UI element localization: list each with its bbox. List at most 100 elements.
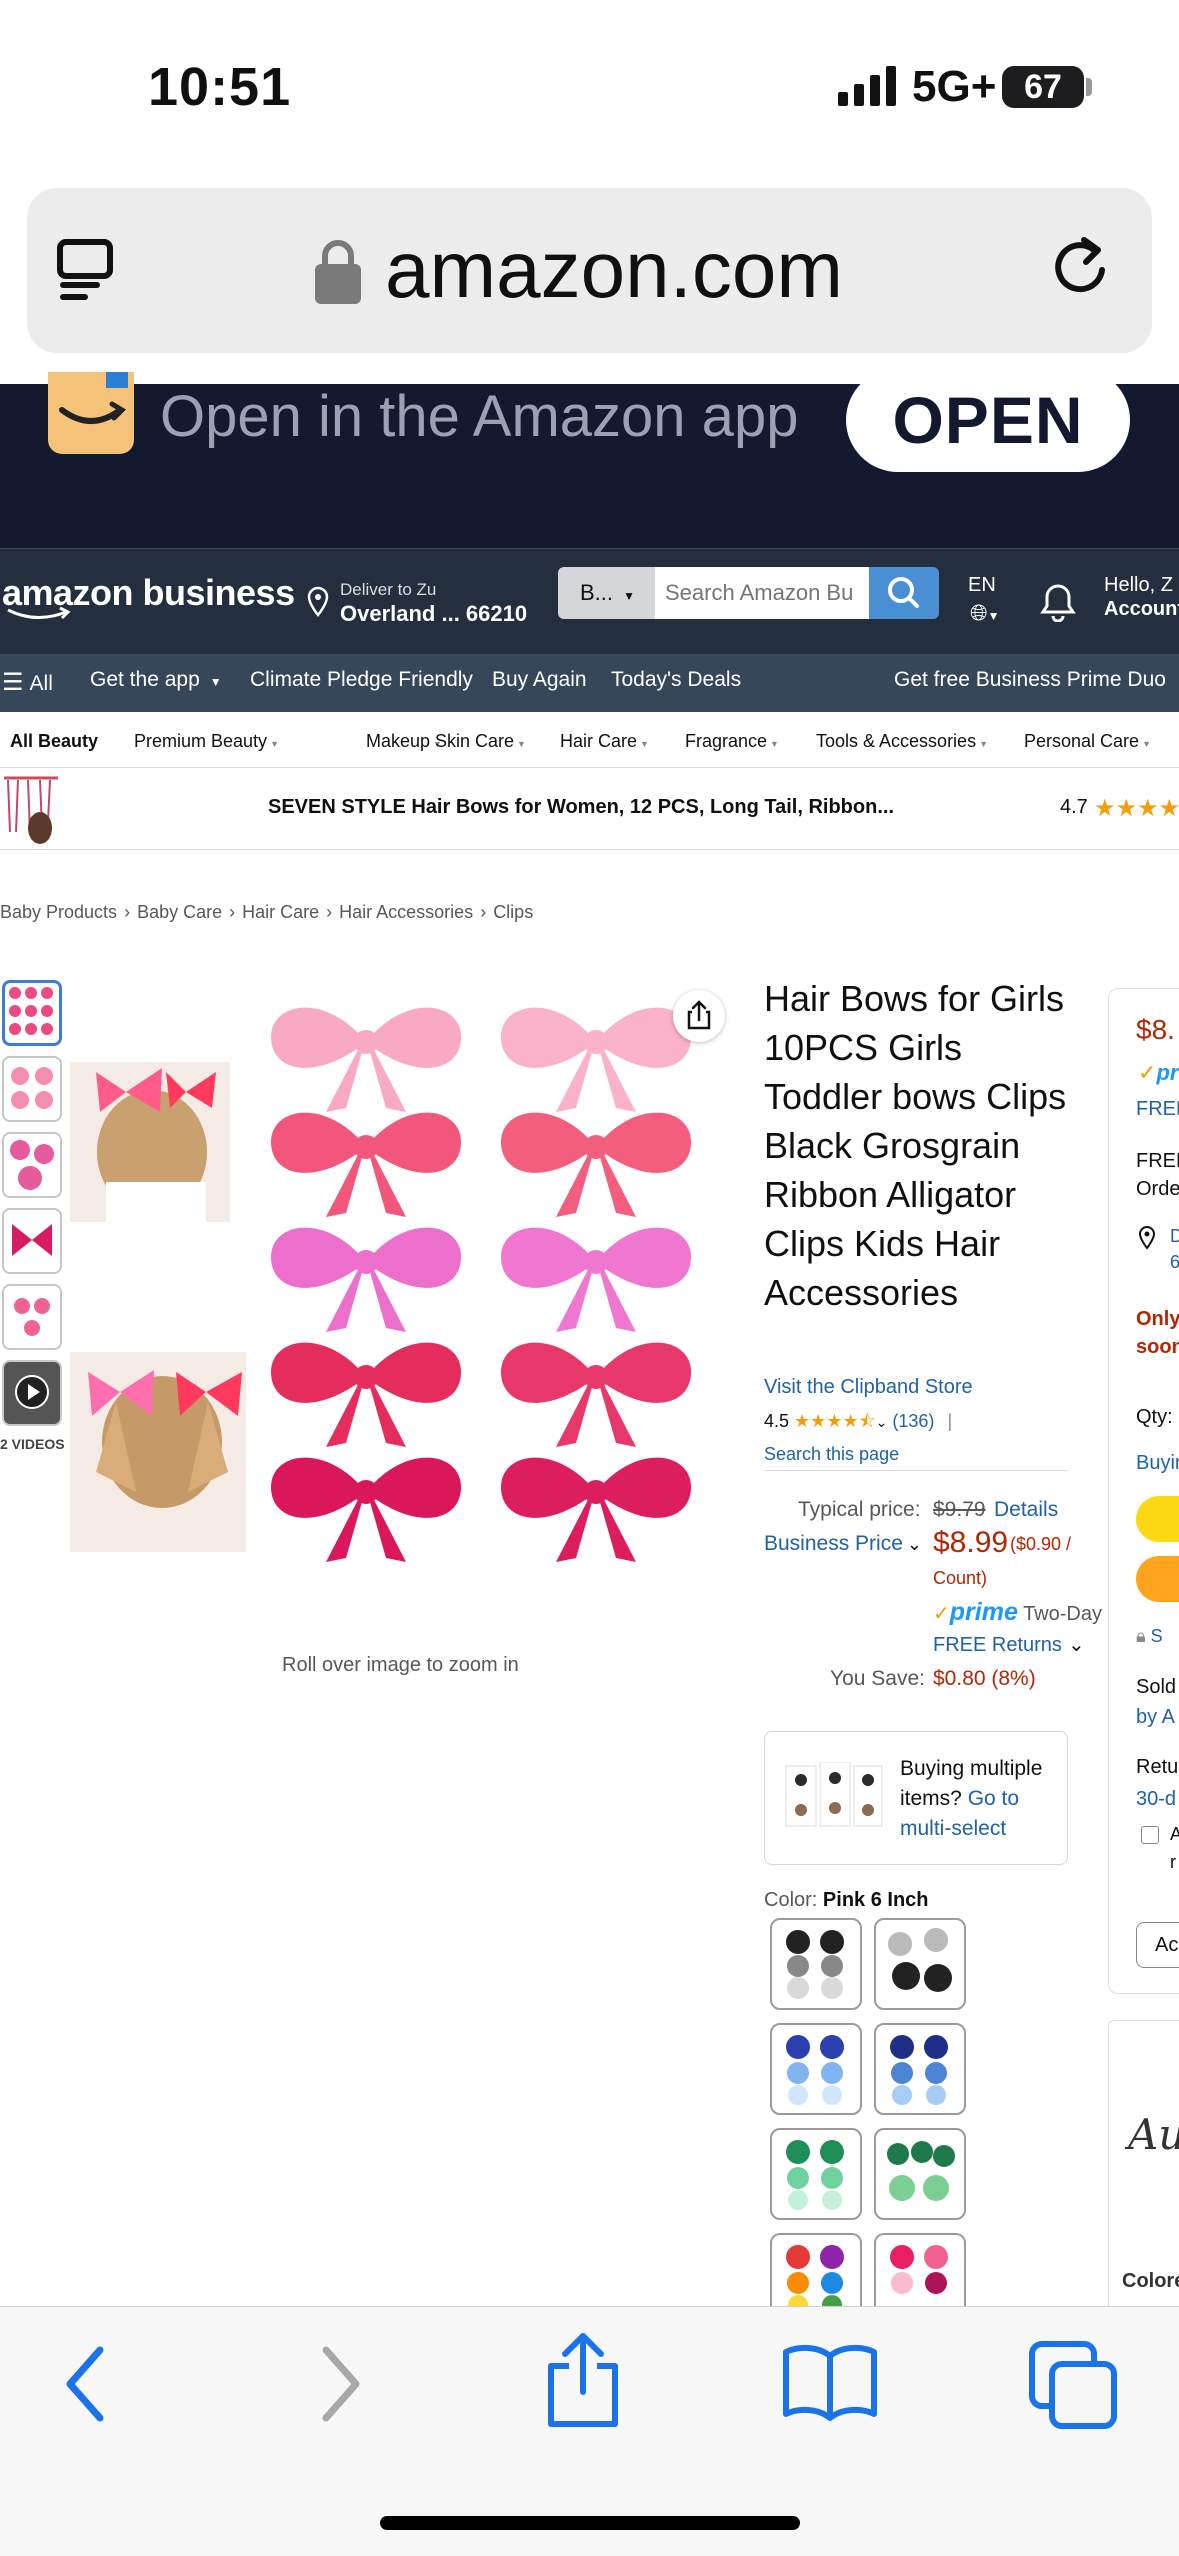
reader-icon[interactable] xyxy=(56,238,116,302)
buy-now-button[interactable] xyxy=(1136,1556,1179,1602)
color-swatch[interactable] xyxy=(770,2233,862,2311)
thumbnail-2[interactable] xyxy=(2,1056,62,1122)
buybox-free-link[interactable]: FREE xyxy=(1136,1098,1179,1121)
free-returns-dropdown[interactable]: FREE Returns ⌄ xyxy=(933,1632,1085,1657)
breadcrumb-item[interactable]: Hair Accessories xyxy=(339,902,473,922)
color-swatch[interactable] xyxy=(874,2233,966,2311)
category-fragrance[interactable]: Fragrance ▼ xyxy=(685,731,779,752)
share-icon xyxy=(687,1000,711,1030)
breadcrumb-item[interactable]: Baby Care xyxy=(137,902,222,922)
category-label: Hair Care xyxy=(560,731,638,751)
share-icon[interactable] xyxy=(543,2330,623,2430)
swatch-image xyxy=(786,1930,844,1999)
location-pin-icon xyxy=(307,586,329,617)
account-greeting[interactable]: Hello, Z xyxy=(1104,574,1173,597)
caret-down-icon: ▼ xyxy=(209,675,222,689)
category-skin-care[interactable]: Skin Care ▼ xyxy=(435,731,526,752)
account-menu[interactable]: Account xyxy=(1104,598,1179,621)
color-swatch[interactable] xyxy=(874,2128,966,2220)
prime-check-icon: ✓ xyxy=(933,1603,950,1625)
chevron-down-icon: ⌄ xyxy=(906,1534,922,1554)
smile-icon xyxy=(59,372,128,424)
category-premium-beauty[interactable]: Premium Beauty ▼ xyxy=(134,731,279,752)
main-product-image[interactable] xyxy=(66,972,742,1652)
add-to-cart-button[interactable] xyxy=(1136,1496,1179,1542)
network-label: 5G+ xyxy=(912,62,997,111)
business-price: $8.99 xyxy=(933,1526,1009,1559)
color-swatch[interactable] xyxy=(770,2023,862,2115)
breadcrumb-item[interactable]: Hair Care xyxy=(242,902,319,922)
nav-all[interactable]: ☰ All xyxy=(2,668,53,697)
typical-price-details-link[interactable]: Details xyxy=(994,1498,1058,1522)
sponsored-product-image[interactable] xyxy=(0,772,62,844)
store-link[interactable]: Visit the Clipband Store xyxy=(764,1376,973,1399)
reload-icon[interactable] xyxy=(1052,234,1112,300)
search-category-select[interactable]: B... ▼ xyxy=(558,567,656,619)
color-swatch[interactable] xyxy=(770,2128,862,2220)
nav-item-buy-again[interactable]: Buy Again xyxy=(492,668,587,692)
buying-options-link[interactable]: Buyin xyxy=(1136,1452,1179,1475)
rating-count-link[interactable]: (136) xyxy=(892,1411,934,1431)
search-button[interactable] xyxy=(869,567,939,619)
thumbnail-1[interactable] xyxy=(2,980,62,1046)
sponsored-product-title[interactable]: SEVEN STYLE Hair Bows for Women, 12 PCS,… xyxy=(268,796,894,819)
battery-cap xyxy=(1086,78,1092,96)
add-to-list-button[interactable]: Ac xyxy=(1136,1922,1179,1968)
search-this-page-link[interactable]: Search this page xyxy=(764,1444,899,1465)
color-swatch[interactable] xyxy=(874,2023,966,2115)
business-price-dropdown[interactable]: Business Price ⌄ xyxy=(764,1532,922,1556)
share-button[interactable] xyxy=(673,990,725,1042)
multi-select-thumbnail xyxy=(785,1762,883,1827)
video-thumbnail[interactable] xyxy=(2,1360,62,1426)
location-pin-icon xyxy=(1138,1226,1156,1250)
globe-icon[interactable]: 🌐︎▼ xyxy=(970,600,1000,626)
gift-checkbox[interactable] xyxy=(1141,1826,1159,1844)
bell-icon[interactable] xyxy=(1040,582,1076,622)
open-app-button[interactable]: OPEN xyxy=(846,368,1130,472)
forward-icon[interactable] xyxy=(312,2342,368,2428)
sold-by-link[interactable]: by A xyxy=(1136,1706,1175,1729)
home-indicator xyxy=(380,2516,800,2530)
you-save-label: You Save: xyxy=(830,1667,925,1690)
thumbnail-3[interactable] xyxy=(2,1132,62,1198)
bookmarks-icon[interactable] xyxy=(782,2342,878,2422)
deliver-to-label[interactable]: Deliver to Zu xyxy=(340,580,436,600)
nav-item-business-prime[interactable]: Get free Business Prime Duo xyxy=(894,668,1166,692)
chevron-down-icon[interactable]: ⌄ xyxy=(876,1414,888,1430)
app-banner-text: Open in the Amazon app xyxy=(160,384,799,449)
caret-down-icon: ▼ xyxy=(270,739,279,749)
nav-item-deals[interactable]: Today's Deals xyxy=(611,668,741,692)
buybox-deliver-zip[interactable]: 6 xyxy=(1170,1252,1179,1273)
secure-transaction[interactable]: 🔒︎ S xyxy=(1136,1626,1163,1647)
category-all-beauty[interactable]: All Beauty xyxy=(10,731,98,752)
deliver-location[interactable]: Overland ... 66210 xyxy=(340,601,527,627)
nav-item-climate[interactable]: Climate Pledge Friendly xyxy=(250,668,473,692)
buybox-order-within: Orde xyxy=(1136,1178,1179,1200)
url-text[interactable]: amazon.com xyxy=(385,224,843,316)
breadcrumb-item[interactable]: Baby Products xyxy=(0,902,117,922)
breadcrumb-item[interactable]: Clips xyxy=(493,902,533,922)
star-rating-icon[interactable]: ★★★★⯪ xyxy=(794,1411,876,1431)
category-hair-care[interactable]: Hair Care ▼ xyxy=(560,731,649,752)
thumbnail-4[interactable] xyxy=(2,1208,62,1274)
back-icon[interactable] xyxy=(58,2342,114,2428)
category-makeup[interactable]: Makeup ▼ xyxy=(366,731,442,752)
thumbnail-5[interactable] xyxy=(2,1284,62,1350)
search-icon xyxy=(888,577,919,608)
swatch-image xyxy=(888,1928,952,1992)
color-swatch[interactable] xyxy=(874,1918,966,2010)
search-input[interactable] xyxy=(655,567,869,619)
category-personal-care[interactable]: Personal Care ▼ xyxy=(1024,731,1151,752)
color-swatch[interactable] xyxy=(770,1918,862,2010)
two-day-label: Two-Day xyxy=(1023,1603,1102,1625)
tabs-icon[interactable] xyxy=(1028,2340,1120,2432)
returns-link[interactable]: 30-d xyxy=(1136,1788,1176,1811)
quantity-label[interactable]: Qty: xyxy=(1136,1406,1173,1429)
category-label: Skin Care xyxy=(435,731,515,751)
category-tools[interactable]: Tools & Accessories ▼ xyxy=(816,731,988,752)
language-label[interactable]: EN xyxy=(968,574,996,597)
buybox-deliver-link[interactable]: D xyxy=(1170,1226,1179,1247)
videos-label[interactable]: 2 VIDEOS xyxy=(0,1436,65,1452)
gift-label: A xyxy=(1170,1824,1179,1844)
nav-item-get-app[interactable]: Get the app ▼ xyxy=(90,668,222,692)
